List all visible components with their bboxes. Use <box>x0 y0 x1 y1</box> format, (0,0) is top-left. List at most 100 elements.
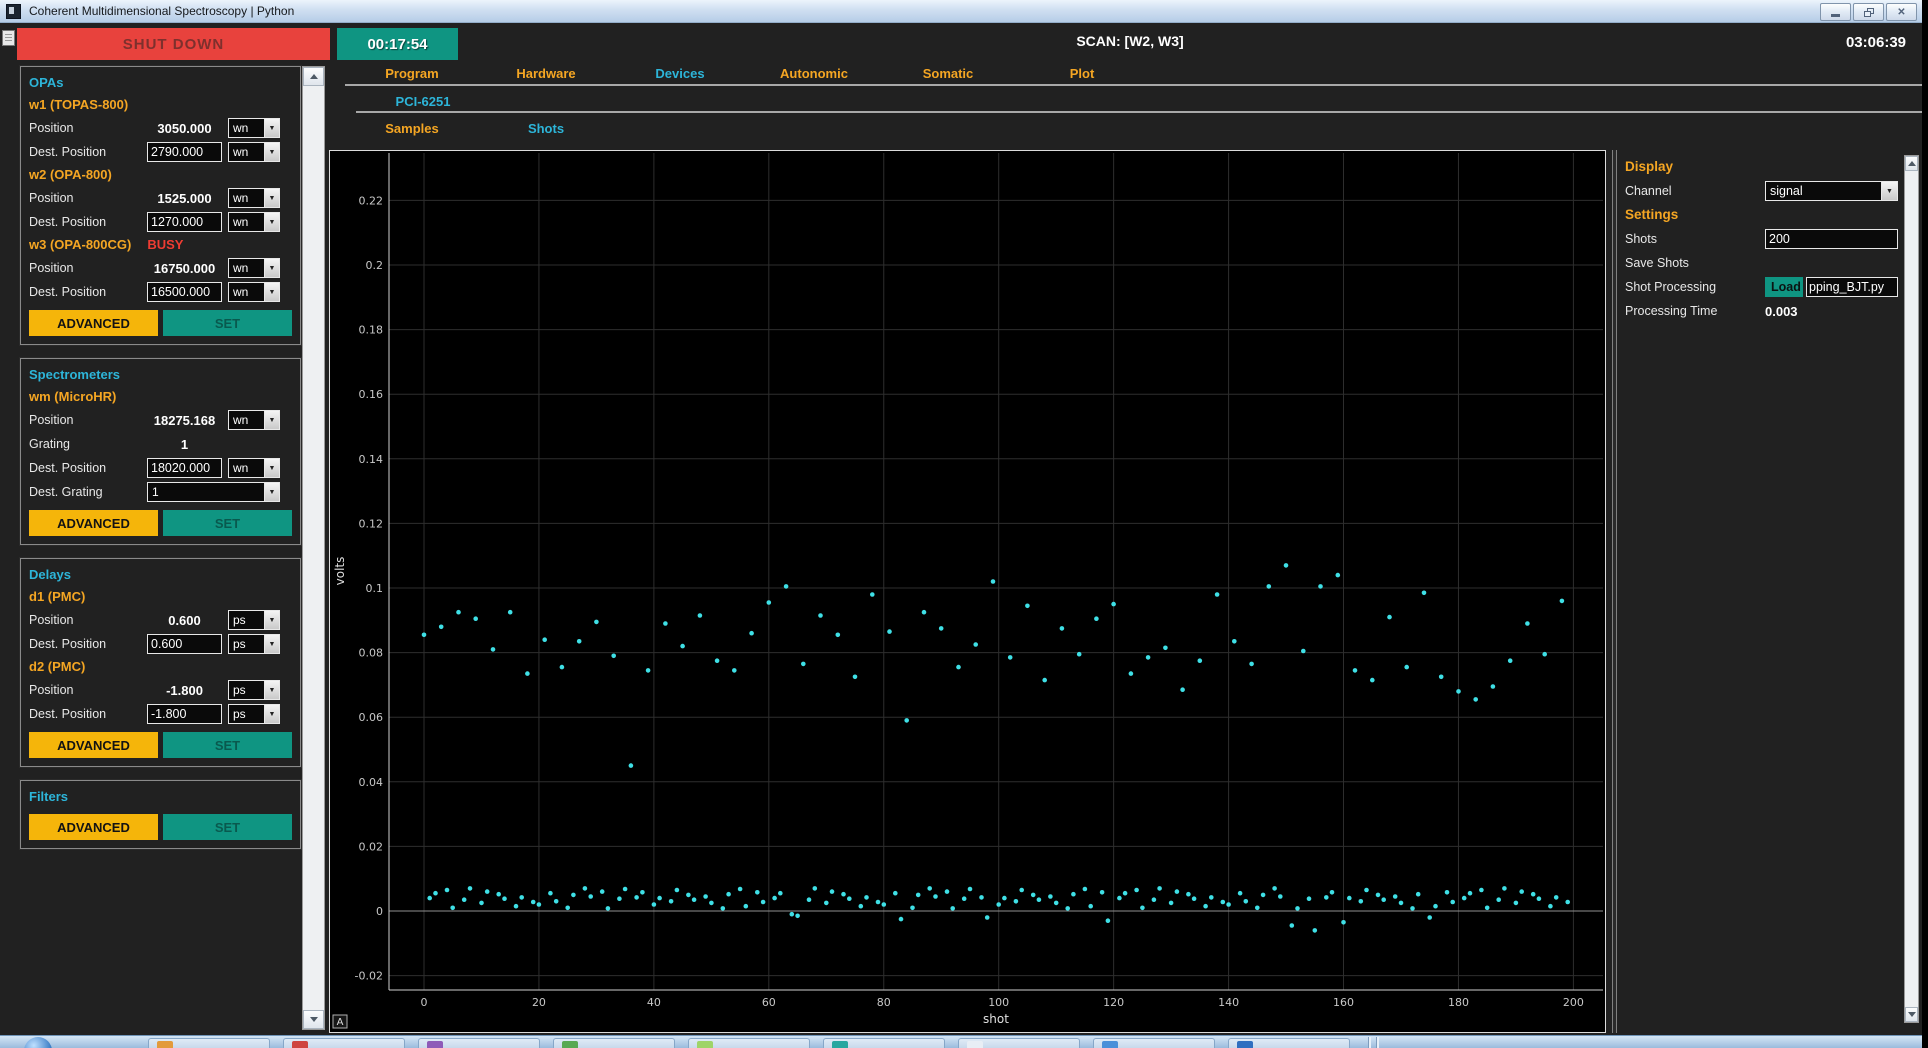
units-select[interactable]: wn▼ <box>228 258 280 278</box>
channel-label: Channel <box>1625 184 1765 198</box>
destination-input[interactable]: 16500.000 <box>147 282 222 302</box>
scroll-down-icon[interactable] <box>303 1010 324 1029</box>
units-select[interactable]: wn▼ <box>228 118 280 138</box>
device-name: d2 (PMC) <box>29 659 85 674</box>
set-button[interactable]: SET <box>163 814 292 840</box>
units-select[interactable]: ps▼ <box>228 680 280 700</box>
units-select[interactable]: wn▼ <box>228 410 280 430</box>
minimize-button[interactable] <box>1820 3 1851 21</box>
tab-program[interactable]: Program <box>345 64 479 84</box>
data-point <box>583 886 588 891</box>
shutdown-button[interactable]: SHUT DOWN <box>17 28 330 60</box>
scroll-up-icon[interactable] <box>1905 156 1918 171</box>
taskbar-button[interactable] <box>958 1038 1080 1048</box>
destination-input[interactable]: 18020.000 <box>147 458 222 478</box>
destination-input[interactable]: 2790.000 <box>147 142 222 162</box>
dropdown-arrow-icon[interactable]: ▼ <box>264 283 279 301</box>
tab-somatic[interactable]: Somatic <box>881 64 1015 84</box>
taskbar-button[interactable] <box>553 1038 675 1048</box>
taskbar-button[interactable] <box>148 1038 270 1048</box>
taskbar-button[interactable] <box>1228 1038 1350 1048</box>
dropdown-arrow-icon[interactable]: ▼ <box>264 705 279 723</box>
data-point <box>669 899 674 904</box>
tab-shots[interactable]: Shots <box>479 119 613 139</box>
tab-pci-6251[interactable]: PCI-6251 <box>356 92 490 111</box>
data-point <box>491 647 496 652</box>
advanced-button[interactable]: ADVANCED <box>29 814 158 840</box>
data-point <box>1404 665 1409 670</box>
taskbar-button[interactable] <box>1093 1038 1215 1048</box>
advanced-button[interactable]: ADVANCED <box>29 510 158 536</box>
grating-select[interactable]: 1▼ <box>147 482 280 502</box>
dropdown-arrow-icon[interactable]: ▼ <box>1881 182 1897 200</box>
close-button[interactable]: ✕ <box>1886 3 1917 21</box>
shots-plot-widget[interactable]: -0.0200.020.040.060.080.10.120.140.160.1… <box>329 150 1606 1033</box>
tab-devices[interactable]: Devices <box>613 64 747 84</box>
shots-input[interactable]: 200 <box>1765 229 1898 249</box>
destination-input[interactable]: 1270.000 <box>147 212 222 232</box>
data-point <box>1140 906 1145 911</box>
shots-scatter-plot[interactable]: -0.0200.020.040.060.080.10.120.140.160.1… <box>330 151 1605 1032</box>
dropdown-arrow-icon[interactable]: ▼ <box>264 213 279 231</box>
start-orb-icon[interactable] <box>24 1037 52 1048</box>
dropdown-arrow-icon[interactable]: ▼ <box>264 459 279 477</box>
taskbar-button[interactable] <box>283 1038 405 1048</box>
taskbar-button[interactable] <box>418 1038 540 1048</box>
x-tick-label: 80 <box>877 996 891 1009</box>
tab-samples[interactable]: Samples <box>345 119 479 139</box>
units-select[interactable]: wn▼ <box>228 188 280 208</box>
y-tick-label: 0.14 <box>359 453 384 466</box>
autoscale-button[interactable]: A <box>333 1015 347 1028</box>
processing-script-input[interactable]: pping_BJT.py <box>1806 277 1898 297</box>
dropdown-arrow-icon[interactable]: ▼ <box>264 611 279 629</box>
field-label: Position <box>29 261 147 275</box>
dropdown-arrow-icon[interactable]: ▼ <box>264 483 279 501</box>
tab-autonomic[interactable]: Autonomic <box>747 64 881 84</box>
panel-splitter[interactable] <box>1612 150 1617 1033</box>
scroll-up-icon[interactable] <box>303 67 324 86</box>
dropdown-arrow-icon[interactable]: ▼ <box>264 189 279 207</box>
set-button[interactable]: SET <box>163 310 292 336</box>
dropdown-arrow-icon[interactable]: ▼ <box>264 411 279 429</box>
destination-input[interactable]: 0.600 <box>147 634 222 654</box>
device-header: wm (MicroHR) <box>29 386 292 408</box>
data-point <box>1037 897 1042 902</box>
dropdown-arrow-icon[interactable]: ▼ <box>264 635 279 653</box>
scroll-down-icon[interactable] <box>1905 1007 1918 1022</box>
tab-hardware[interactable]: Hardware <box>479 64 613 84</box>
tab-plot[interactable]: Plot <box>1015 64 1149 84</box>
units-select[interactable]: ps▼ <box>228 634 280 654</box>
dropdown-arrow-icon[interactable]: ▼ <box>264 143 279 161</box>
units-select[interactable]: ps▼ <box>228 704 280 724</box>
panel-vertical-scrollbar[interactable] <box>1904 155 1919 1023</box>
data-point <box>904 718 909 723</box>
main-vertical-scrollbar[interactable] <box>302 66 325 1030</box>
advanced-button[interactable]: ADVANCED <box>29 732 158 758</box>
title-bar[interactable]: Coherent Multidimensional Spectroscopy |… <box>0 0 1922 23</box>
destination-input[interactable]: -1.800 <box>147 704 222 724</box>
position-readout: 3050.000 <box>147 121 222 136</box>
units-select[interactable]: ps▼ <box>228 610 280 630</box>
units-select[interactable]: wn▼ <box>228 458 280 478</box>
restore-button[interactable] <box>1853 3 1884 21</box>
dropdown-arrow-icon[interactable]: ▼ <box>264 681 279 699</box>
data-point <box>1508 658 1513 663</box>
dropdown-arrow-icon[interactable]: ▼ <box>264 259 279 277</box>
units-select[interactable]: wn▼ <box>228 142 280 162</box>
units-select[interactable]: wn▼ <box>228 212 280 232</box>
advanced-button[interactable]: ADVANCED <box>29 310 158 336</box>
data-point <box>1077 652 1082 657</box>
units-select[interactable]: wn▼ <box>228 282 280 302</box>
load-script-button[interactable]: Load <box>1765 277 1803 297</box>
dropdown-arrow-icon[interactable]: ▼ <box>264 119 279 137</box>
y-tick-label: 0.1 <box>366 582 384 595</box>
position-readout: 18275.168 <box>147 413 222 428</box>
channel-select[interactable]: signal ▼ <box>1765 181 1898 201</box>
taskbar-button[interactable] <box>688 1038 810 1048</box>
os-taskbar[interactable] <box>0 1035 1922 1048</box>
set-button[interactable]: SET <box>163 732 292 758</box>
taskbar-button[interactable] <box>823 1038 945 1048</box>
y-tick-label: 0.2 <box>366 259 384 272</box>
data-point <box>537 902 542 907</box>
set-button[interactable]: SET <box>163 510 292 536</box>
